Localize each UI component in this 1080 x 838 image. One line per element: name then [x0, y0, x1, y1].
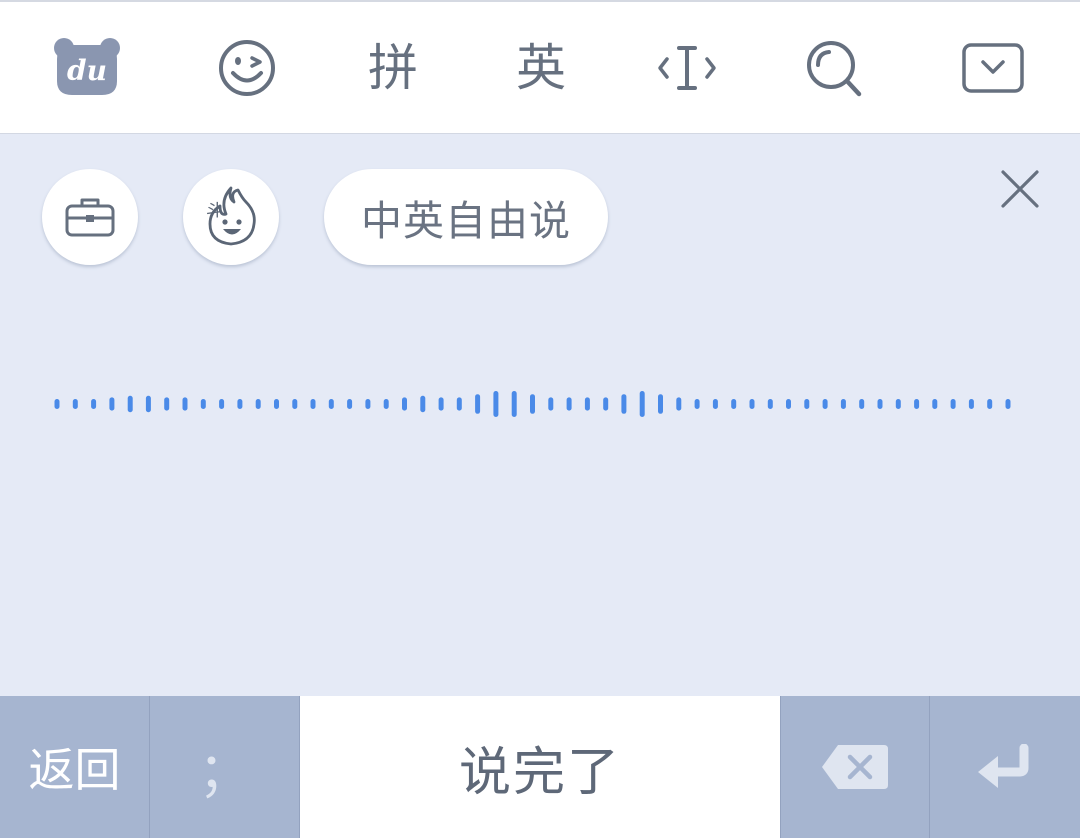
logo-text: du	[67, 54, 107, 87]
english-label: 英	[516, 39, 566, 97]
toolbox-chip[interactable]	[42, 169, 138, 265]
flame-mascot-icon: 斗	[206, 186, 256, 246]
voice-input-panel: 斗 中英自由说	[0, 134, 1080, 696]
waveform-bar	[877, 399, 883, 409]
backspace-icon	[822, 745, 888, 789]
waveform-bar	[91, 399, 97, 409]
emoji-icon	[219, 40, 275, 96]
waveform-bar	[109, 397, 115, 411]
logo-icon: du	[54, 38, 120, 95]
waveform-bar	[804, 399, 810, 409]
waveform-bar	[639, 391, 645, 417]
waveform-bar	[328, 399, 334, 409]
waveform-bar	[438, 397, 444, 411]
waveform-bar	[237, 399, 243, 409]
waveform-bar	[511, 391, 517, 417]
mascot-glyph: 斗	[206, 201, 223, 221]
waveform-bar	[365, 399, 371, 409]
waveform-bar	[548, 397, 554, 411]
voice-bottom-bar: 返回 ； 说完了	[0, 696, 1080, 838]
waveform-bar	[164, 397, 170, 411]
waveform-bar	[54, 399, 60, 409]
mode-label: 中英自由说	[361, 197, 571, 245]
waveform-bar	[859, 399, 865, 409]
waveform-bar	[914, 399, 920, 409]
back-button[interactable]: 返回	[0, 696, 150, 838]
search-icon	[807, 41, 862, 97]
mascot-chip[interactable]: 斗	[183, 169, 279, 265]
waveform-bar	[786, 399, 791, 409]
mixed-language-mode-chip[interactable]: 中英自由说	[324, 169, 608, 265]
waveform-bar	[731, 399, 737, 409]
waveform-bar	[676, 397, 682, 411]
collapse-keyboard-icon	[962, 43, 1024, 93]
waveform-bar	[219, 399, 225, 409]
waveform-bar	[621, 394, 627, 414]
waveform-bar	[603, 397, 609, 411]
close-voice-button[interactable]	[994, 163, 1046, 215]
finish-speaking-button[interactable]: 说完了	[300, 696, 780, 838]
waveform-bar	[566, 397, 572, 411]
waveform-bar	[584, 397, 590, 411]
briefcase-icon	[65, 198, 115, 237]
waveform-bar	[749, 399, 755, 409]
cursor-edit-button[interactable]	[627, 2, 747, 134]
pinyin-label: 拼	[368, 39, 418, 97]
waveform-bar	[694, 399, 700, 409]
waveform-bar	[530, 394, 535, 414]
waveform-bar	[127, 395, 133, 413]
waveform-bar	[310, 399, 316, 409]
baidu-logo-button[interactable]: du	[27, 2, 147, 134]
waveform-bar	[182, 397, 188, 411]
finish-speaking-label: 说完了	[458, 742, 621, 803]
waveform-bar	[840, 399, 846, 409]
collapse-keyboard-button[interactable]	[933, 2, 1053, 134]
punctuation-label: ；	[198, 742, 251, 803]
back-label: 返回	[28, 743, 121, 797]
waveform-bar	[475, 394, 481, 414]
search-button[interactable]	[774, 2, 894, 134]
waveform-bar	[493, 391, 499, 417]
waveform-bar	[712, 399, 718, 409]
voice-waveform	[54, 391, 1011, 417]
cursor-icon	[658, 46, 716, 90]
waveform-bar	[292, 399, 298, 409]
enter-key[interactable]	[930, 696, 1080, 838]
waveform-bar	[456, 397, 462, 411]
waveform-bar	[932, 399, 938, 409]
waveform-bar	[1005, 399, 1011, 409]
enter-icon	[978, 744, 1029, 788]
waveform-bar	[255, 399, 261, 409]
waveform-bar	[767, 399, 773, 409]
waveform-bar	[950, 399, 956, 409]
close-icon	[1001, 170, 1039, 208]
waveform-bar	[895, 399, 901, 409]
english-mode-button[interactable]: 英	[481, 2, 601, 134]
emoji-button[interactable]	[187, 2, 307, 134]
waveform-bar	[274, 399, 279, 409]
waveform-bar	[987, 399, 993, 409]
waveform-bar	[658, 394, 663, 414]
waveform-bar	[145, 395, 151, 413]
delete-key[interactable]	[780, 696, 930, 838]
waveform-bar	[72, 399, 78, 409]
waveform-bar	[968, 399, 974, 409]
waveform-bar	[402, 397, 407, 411]
waveform-bar	[420, 395, 426, 413]
waveform-bar	[347, 399, 353, 409]
waveform-bar	[822, 399, 828, 409]
waveform-bar	[383, 399, 389, 409]
pinyin-mode-button[interactable]: 拼	[333, 2, 453, 134]
punctuation-key[interactable]: ；	[150, 696, 300, 838]
keyboard-toolbar: du 拼 英	[0, 0, 1080, 134]
waveform-bar	[200, 399, 206, 409]
